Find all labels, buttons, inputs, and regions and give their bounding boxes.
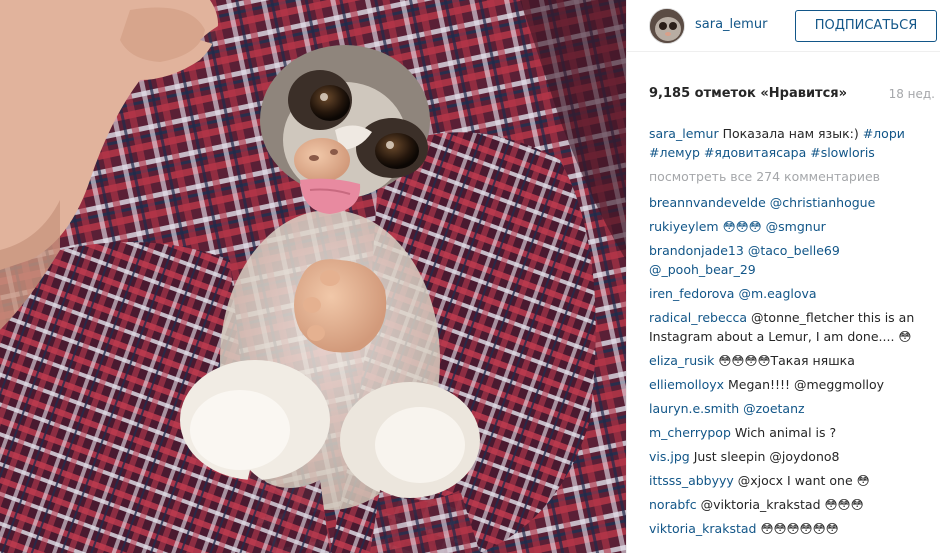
comment-row: breannvandevelde @christianhogue (649, 193, 937, 212)
comment-text: 😳😳😳😳😳😳 (760, 521, 839, 536)
comment-row: eliza_rusik 😳😳😳😳Такая няшка (649, 351, 937, 370)
caption-username[interactable]: sara_lemur (649, 126, 719, 141)
comment-username[interactable]: elliemolloyx (649, 377, 724, 392)
comment-row: m_cherrypop Wich animal is ? (649, 423, 937, 442)
caption-text: Показала нам язык:) (722, 126, 859, 141)
comment-username[interactable]: lauryn.e.smith (649, 401, 739, 416)
likes-count[interactable]: 9,185 отметок «Нравится» (649, 86, 847, 101)
follow-button[interactable]: ПОДПИСАТЬСЯ (795, 10, 937, 42)
comment-text: 😳😳😳😳Такая няшка (718, 353, 855, 368)
comments-list: sara_lemur Показала нам язык:) #лори #ле… (649, 124, 937, 543)
post-username[interactable]: sara_lemur (695, 17, 767, 32)
comment-text: Megan!!!! @meggmolloy (728, 377, 885, 392)
post-caption: sara_lemur Показала нам язык:) #лори #ле… (649, 124, 937, 162)
comment-username[interactable]: m_cherrypop (649, 425, 731, 440)
post-time-ago[interactable]: 18 нед. (889, 87, 935, 101)
avatar[interactable] (649, 8, 685, 44)
comment-text: 😳😳😳 @smgnur (722, 219, 826, 234)
avatar-image (650, 9, 684, 43)
view-all-comments-link[interactable]: посмотреть все 274 комментариев (649, 167, 937, 186)
slow-loris-in-plaid-shirt-image (0, 0, 626, 553)
comment-row: lauryn.e.smith @zoetanz (649, 399, 937, 418)
comment-row: radical_rebecca @tonne_fletcher this is … (649, 308, 937, 346)
comment-row: viktoria_krakstad 😳😳😳😳😳😳 (649, 519, 937, 538)
comment-row: brandonjade13 @taco_belle69 @_pooh_bear_… (649, 241, 937, 279)
comment-username[interactable]: brandonjade13 (649, 243, 744, 258)
comment-username[interactable]: radical_rebecca (649, 310, 747, 325)
comment-row: ittsss_abbyyy @xjocx I want one 😳 (649, 471, 937, 490)
comment-row: norabfc @viktoria_krakstad 😳😳😳 (649, 495, 937, 514)
post-header: sara_lemur ПОДПИСАТЬСЯ (627, 0, 940, 52)
comment-text: @christianhogue (769, 195, 876, 210)
comment-text: Wich animal is ? (734, 425, 837, 440)
comment-text: @zoetanz (743, 401, 805, 416)
likes-row: 9,185 отметок «Нравится» 18 нед. (649, 86, 935, 104)
comment-text: Just sleepin @joydono8 (693, 449, 840, 464)
comment-username[interactable]: eliza_rusik (649, 353, 714, 368)
comment-row: rukiyeylem 😳😳😳 @smgnur (649, 217, 937, 236)
comment-username[interactable]: vis.jpg (649, 449, 690, 464)
post-photo[interactable] (0, 0, 626, 553)
comment-username[interactable]: viktoria_krakstad (649, 521, 756, 536)
post-sidebar: sara_lemur ПОДПИСАТЬСЯ 9,185 отметок «Нр… (626, 0, 940, 553)
comment-username[interactable]: ittsss_abbyyy (649, 473, 734, 488)
comment-text: @m.eaglova (738, 286, 817, 301)
comment-text: @viktoria_krakstad 😳😳😳 (700, 497, 864, 512)
comment-text: @xjocx I want one 😳 (737, 473, 870, 488)
comment-username[interactable]: norabfc (649, 497, 697, 512)
comment-username[interactable]: rukiyeylem (649, 219, 719, 234)
comment-username[interactable]: iren_fedorova (649, 286, 734, 301)
comment-row: elliemolloyx Megan!!!! @meggmolloy (649, 375, 937, 394)
comment-username[interactable]: breannvandevelde (649, 195, 766, 210)
comment-row: iren_fedorova @m.eaglova (649, 284, 937, 303)
comment-row: vis.jpg Just sleepin @joydono8 (649, 447, 937, 466)
